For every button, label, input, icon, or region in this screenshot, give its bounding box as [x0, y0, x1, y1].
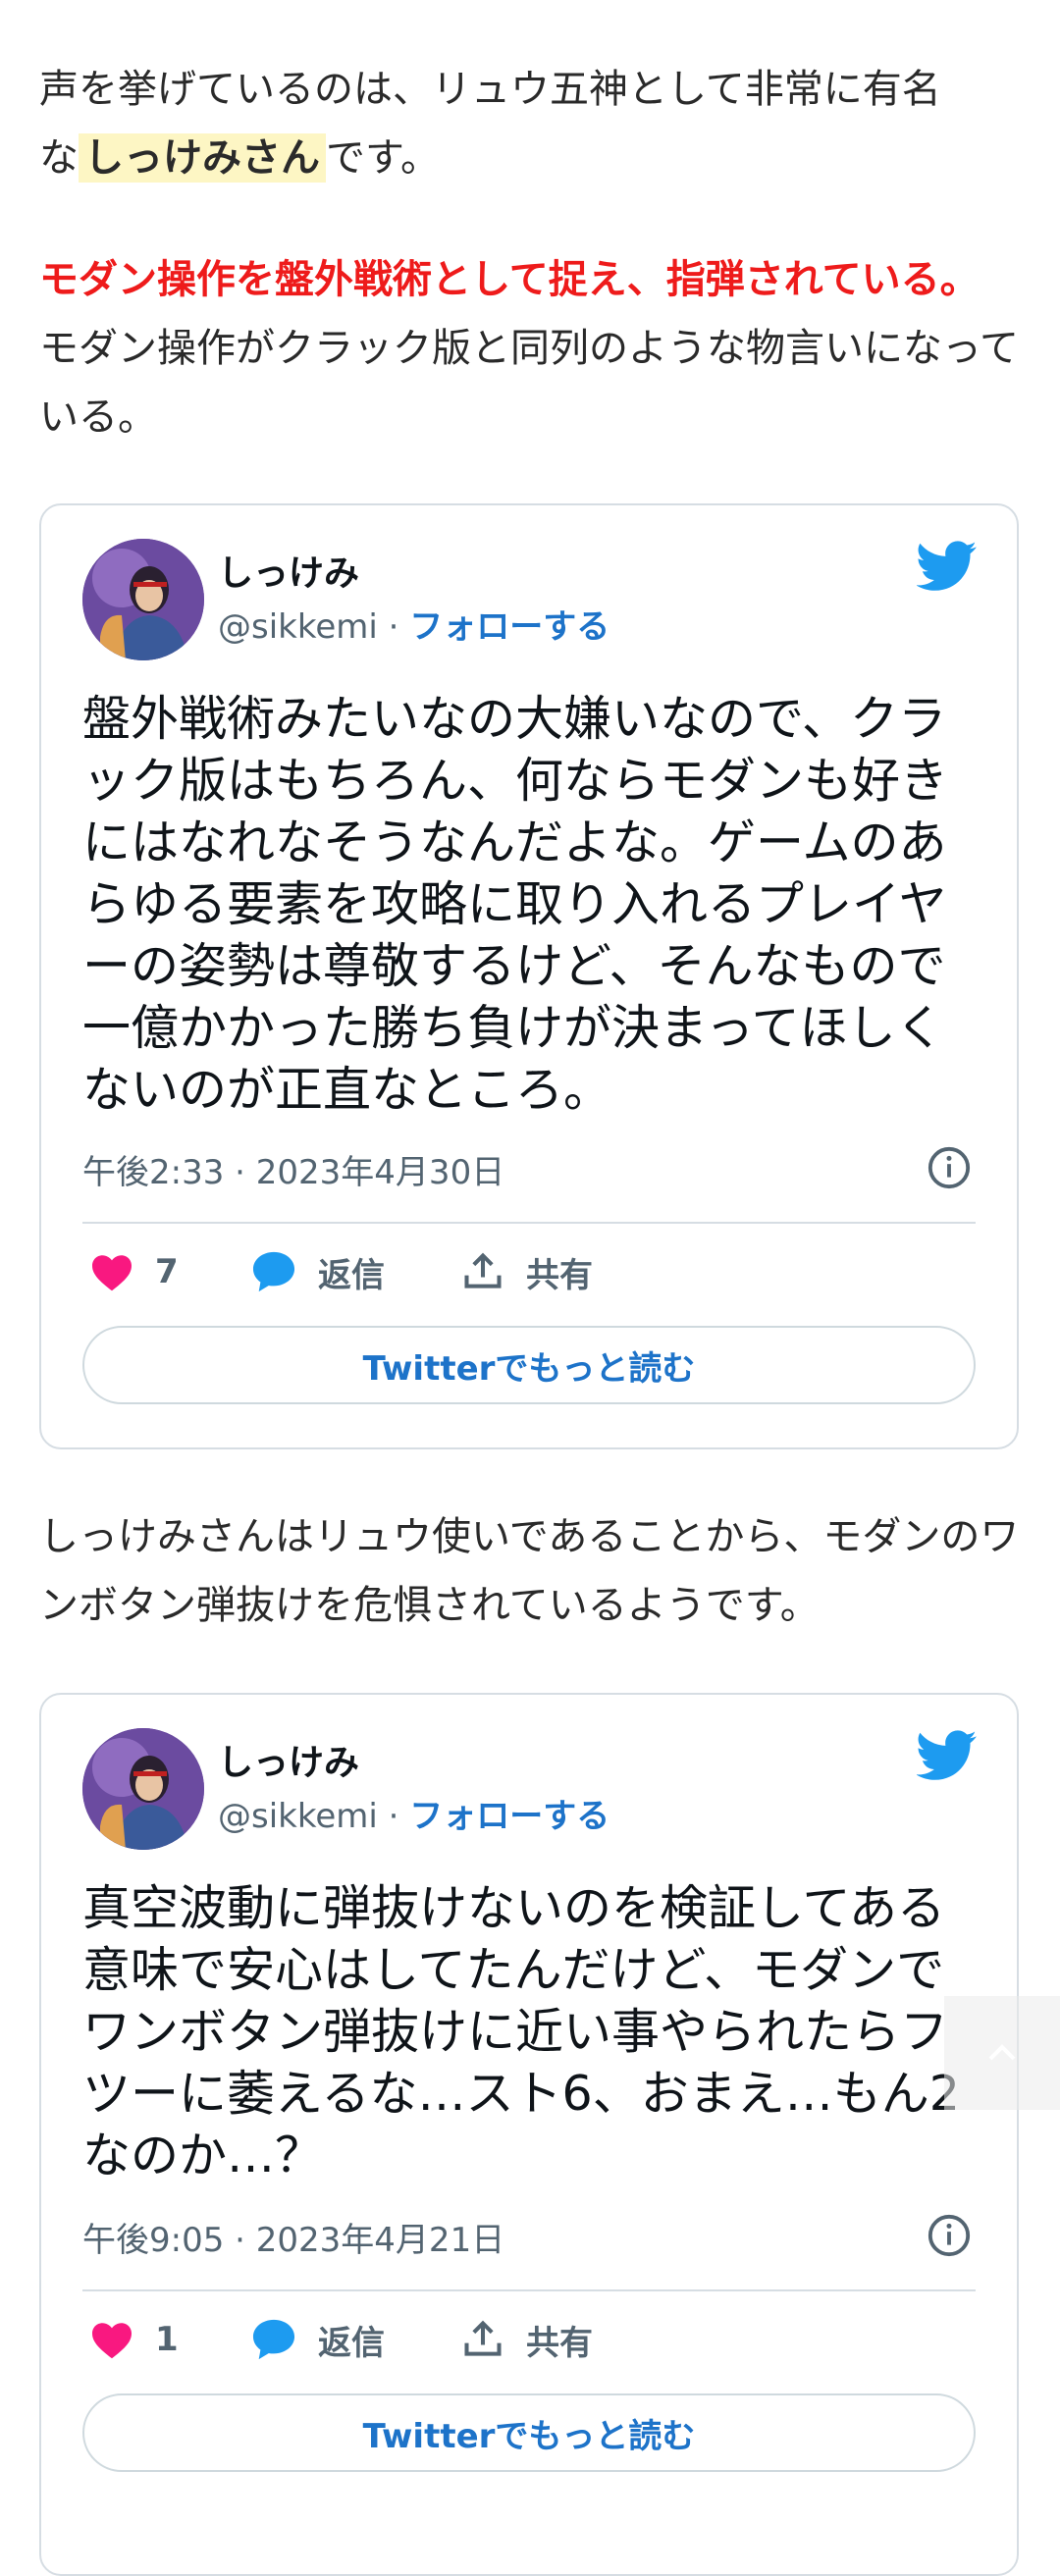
read-more-button[interactable]: Twitterでもっと読む [82, 1326, 976, 1404]
intro-suffix: です。 [326, 135, 440, 181]
scroll-to-top-button[interactable] [944, 1996, 1060, 2110]
read-more-button[interactable]: Twitterでもっと読む [82, 2393, 976, 2472]
follow-link[interactable]: フォローする [409, 1797, 610, 1836]
avatar[interactable] [82, 539, 204, 660]
heart-icon [92, 2323, 132, 2359]
middle-paragraph: しっけみさんはリュウ使いであることから、モダンのワンボタン弾抜けを危惧されている… [39, 1514, 1020, 1628]
like-button[interactable]: 1 [90, 2307, 179, 2372]
divider [82, 2289, 976, 2291]
embedded-tweet[interactable]: しっけみ @sikkemi · フォローする 真空波動に弾抜けないのを検証してあ… [39, 1693, 1019, 2576]
point-paragraph: モダン操作を盤外戦術として捉え、指弾されている。 モダン操作がクラック版と同列の… [39, 245, 1021, 451]
avatar[interactable] [82, 1728, 204, 1850]
emphasis-text: モダン操作を盤外戦術として捉え、指弾されている。 [39, 257, 980, 302]
author-name[interactable]: しっけみ [218, 545, 359, 596]
tweet-timestamp[interactable]: 午後2:33 · 2023年4月30日 [82, 1145, 504, 1193]
author-handle[interactable]: @sikkemi [218, 607, 378, 647]
intro-line: 声を挙げているのは、リュウ五神として非常に有名 [39, 67, 941, 112]
follow-link[interactable]: フォローする [409, 607, 610, 647]
tweet-text: 盤外戦術みたいなの大嫌いなので、クラック版はもちろん、何ならモダンも好きにはなれ… [82, 691, 949, 1118]
share-label: 共有 [526, 2323, 593, 2363]
chevron-up-icon [988, 2044, 1016, 2061]
like-count: 1 [155, 2320, 179, 2359]
author-handle[interactable]: @sikkemi [218, 1797, 378, 1836]
embedded-tweet[interactable]: しっけみ @sikkemi · フォローする 盤外戦術みたいなの大嫌いなので、ク… [39, 503, 1019, 1449]
intro-paragraph: 声を挙げているのは、リュウ五神として非常に有名 なしっけみさん です。 [39, 55, 1021, 192]
divider [82, 1222, 976, 1224]
info-icon[interactable] [927, 2213, 972, 2258]
share-button[interactable]: 共有 [461, 1239, 593, 1304]
like-count: 7 [155, 1252, 179, 1291]
highlighted-name: しっけみさん [79, 133, 326, 183]
like-button[interactable]: 7 [90, 1239, 179, 1304]
info-icon[interactable] [927, 1145, 972, 1190]
reply-button[interactable]: 返信 [251, 1239, 385, 1304]
reply-button[interactable]: 返信 [251, 2307, 385, 2372]
share-button[interactable]: 共有 [461, 2307, 593, 2372]
handle-row: @sikkemi · フォローする [218, 1789, 610, 1837]
separator: · [388, 1797, 399, 1836]
tweet-timestamp[interactable]: 午後9:05 · 2023年4月21日 [82, 2213, 504, 2261]
twitter-bird-icon[interactable] [917, 1730, 978, 1781]
share-icon [464, 2320, 502, 2356]
separator: · [388, 607, 399, 647]
author-name[interactable]: しっけみ [218, 1734, 359, 1785]
point-rest-text: モダン操作がクラック版と同列のような物言いになっている。 [39, 326, 1019, 440]
reply-label: 返信 [318, 1255, 385, 1295]
reply-bubble-icon [252, 1251, 295, 1292]
twitter-bird-icon[interactable] [917, 541, 978, 592]
share-icon [464, 1252, 502, 1288]
reply-bubble-icon [252, 2319, 295, 2360]
tweet-text: 真空波動に弾抜けないのを検証してある意味で安心はしてたんだけど、モダンでワンボタ… [82, 1880, 960, 2183]
handle-row: @sikkemi · フォローする [218, 600, 610, 648]
heart-icon [92, 1255, 132, 1291]
reply-label: 返信 [318, 2323, 385, 2363]
share-label: 共有 [526, 1255, 593, 1295]
intro-prefix: な [39, 135, 79, 181]
